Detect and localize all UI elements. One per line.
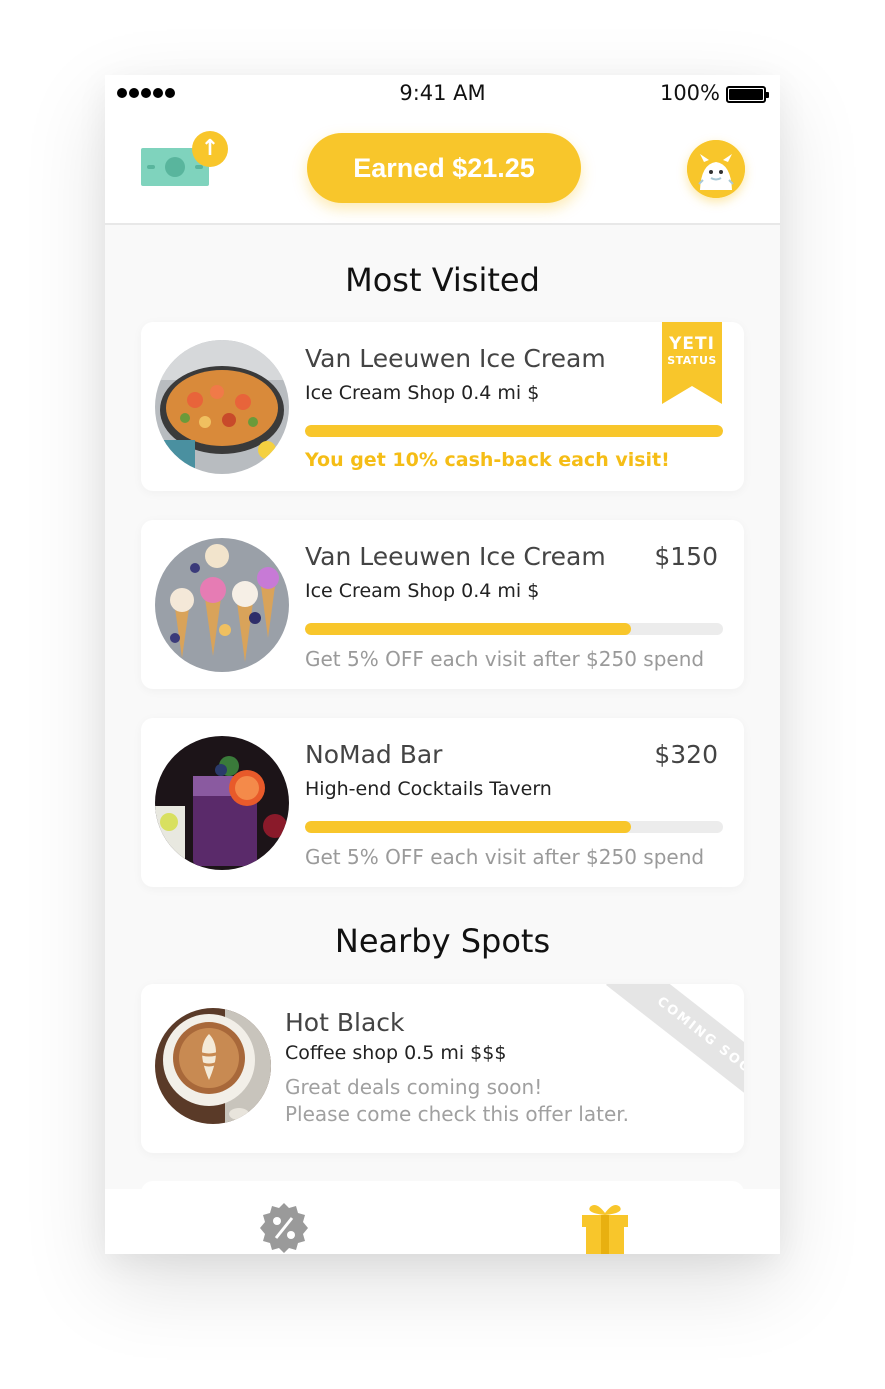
progress-fill (305, 623, 632, 635)
venue-name: Hot Black (285, 1008, 405, 1037)
venue-name: Van Leeuwen Ice Cream (305, 344, 606, 373)
venue-card[interactable]: Hot Black Coffee shop 0.5 mi $$$ Great d… (141, 984, 744, 1153)
coming-soon-note: Great deals coming soon! (285, 1075, 543, 1099)
offer-text: Get 5% OFF each visit after $250 spend (305, 647, 705, 671)
nearby-spots-title: Nearby Spots (334, 922, 551, 960)
battery-icon (726, 86, 769, 103)
coming-soon-banner: COMING SOON (584, 984, 744, 1108)
status-bar: 9:41 AM 100% (105, 75, 780, 115)
paella-photo (155, 340, 289, 474)
venue-subtitle: Coffee shop 0.5 mi $$$ (285, 1042, 507, 1064)
spend-progress-bar (305, 425, 723, 437)
progress-fill (305, 821, 632, 833)
venue-card[interactable]: Van Leeuwen Ice Cream Ice Cream Shop 0.4… (141, 322, 744, 491)
app-header: ↑ Earned $21.25 (105, 115, 780, 225)
percent-badge-icon[interactable] (257, 1201, 311, 1254)
venue-card[interactable]: Van Leeuwen Ice Cream $150 Ice Cream Sho… (141, 520, 744, 689)
offer-text: You get 10% cash-back each visit! (305, 449, 670, 471)
coming-soon-note: Please come check this offer later. (285, 1102, 630, 1126)
ice-cream-cones-photo (155, 538, 289, 672)
offer-text: Get 5% OFF each visit after $250 spend (305, 845, 705, 869)
venue-card[interactable]: NoMad Bar $320 High-end Cocktails Tavern… (141, 718, 744, 887)
arrow-up-icon[interactable]: ↑ (192, 131, 228, 167)
spend-progress-bar (305, 821, 723, 833)
earned-button[interactable]: Earned $21.25 (307, 133, 581, 203)
yeti-status-badge: YETI STATUS (662, 322, 722, 404)
venue-subtitle: Ice Cream Shop 0.4 mi $ (305, 580, 540, 602)
venue-subtitle: Ice Cream Shop 0.4 mi $ (305, 382, 540, 404)
venue-spend-amount: $150 (654, 542, 718, 571)
venue-subtitle: High-end Cocktails Tavern (305, 778, 552, 800)
most-visited-title: Most Visited (345, 261, 540, 299)
venue-name: Van Leeuwen Ice Cream (305, 542, 606, 571)
gift-icon[interactable] (580, 1201, 630, 1254)
bottom-tab-bar (105, 1189, 780, 1254)
phone-screen: 9:41 AM 100% ↑ Earned $21.25 Most Visite… (105, 75, 780, 1254)
venue-name: NoMad Bar (305, 740, 443, 769)
latte-photo (155, 1008, 271, 1124)
yeti-avatar-icon[interactable] (687, 140, 745, 198)
cocktail-photo (155, 736, 289, 870)
progress-fill (305, 425, 723, 437)
battery-percent: 100% (659, 81, 720, 105)
venue-spend-amount: $320 (654, 740, 718, 769)
spend-progress-bar (305, 623, 723, 635)
